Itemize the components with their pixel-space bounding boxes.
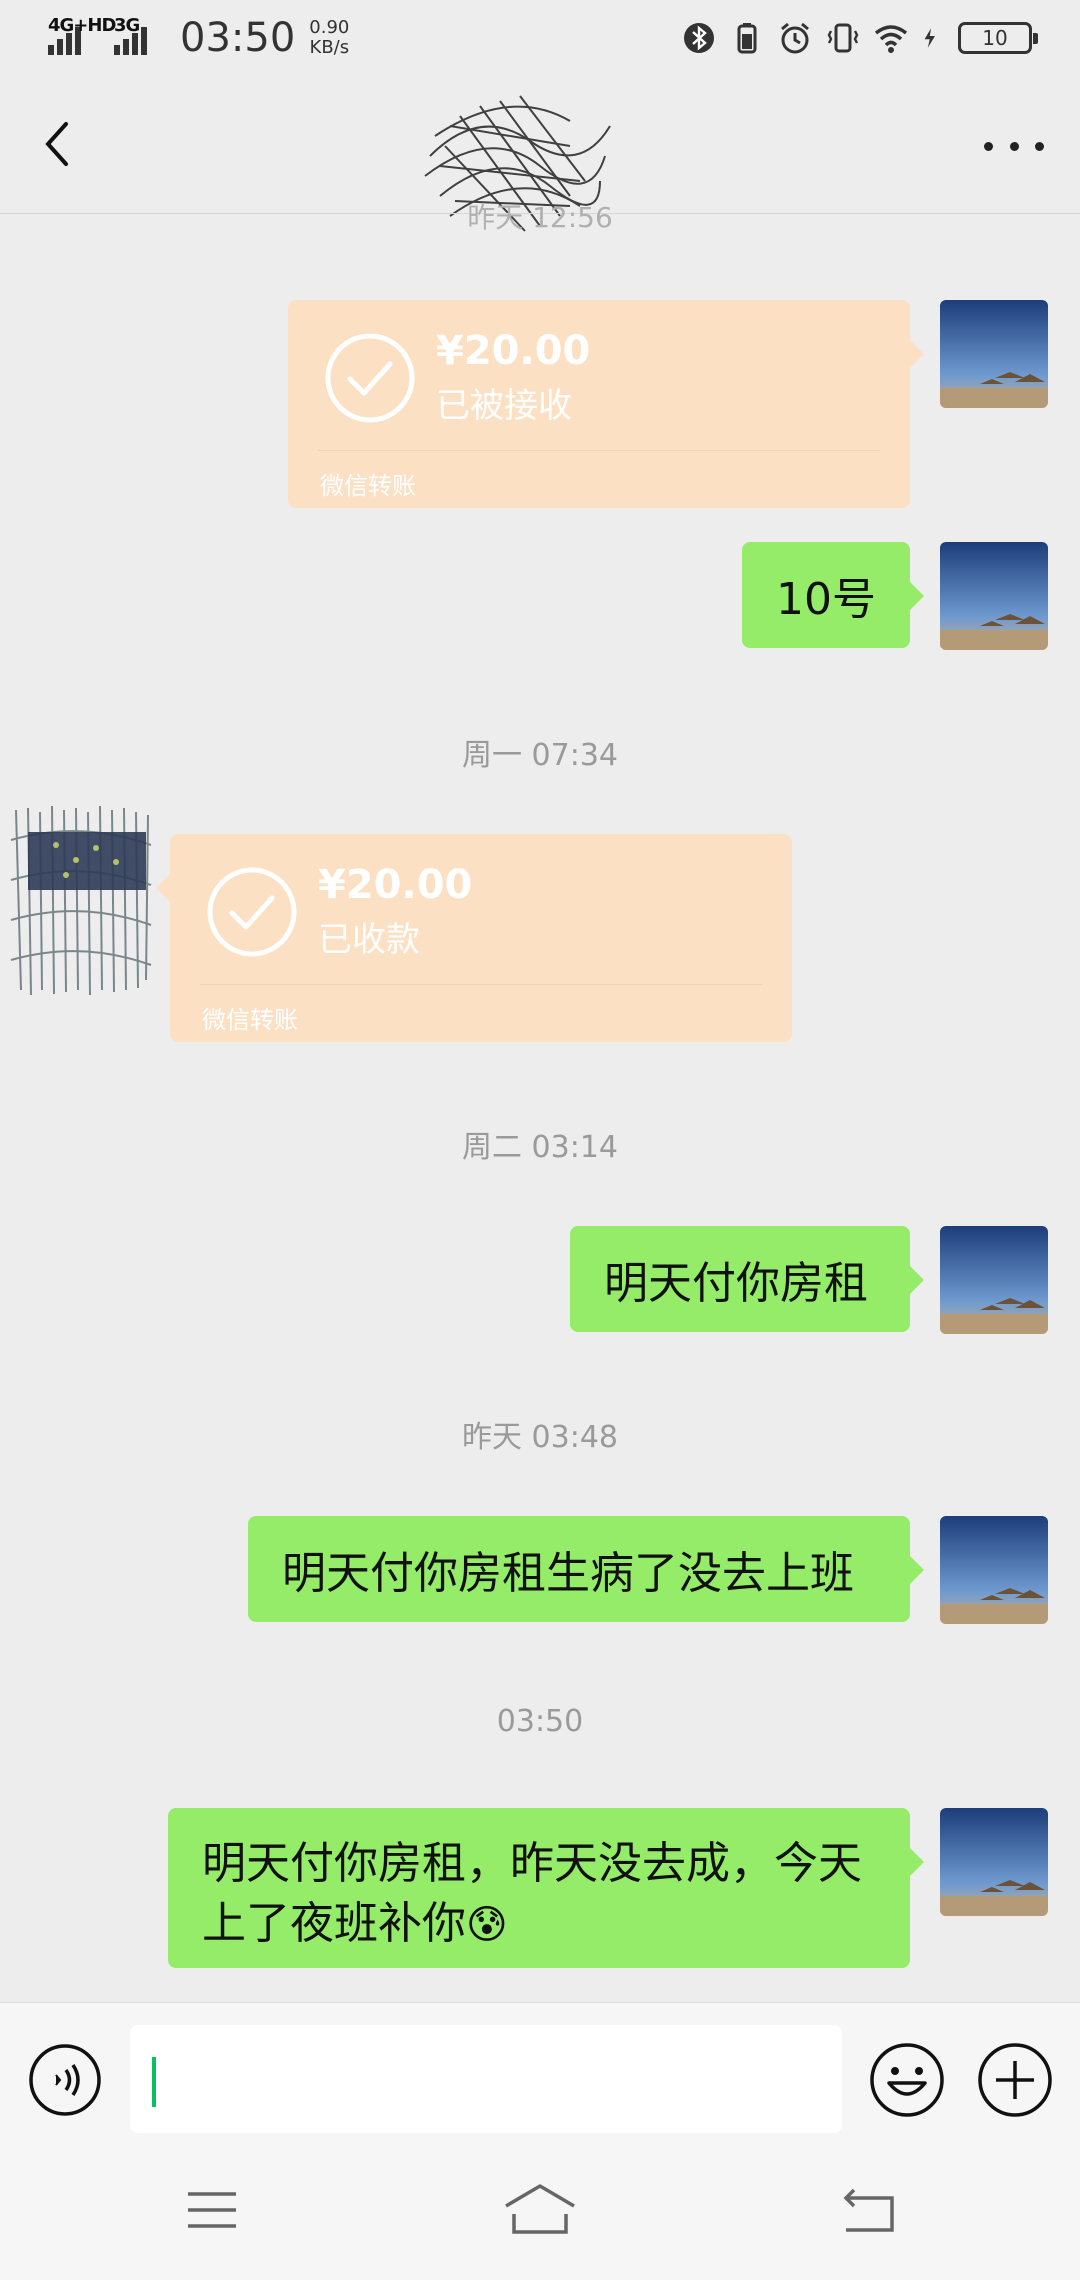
message-text-line1: 明天付你房租，昨天没去成，今天 xyxy=(202,1838,862,1889)
alarm-icon xyxy=(781,22,809,54)
transfer-amount: ¥20.00 xyxy=(436,328,591,374)
add-more-icon[interactable] xyxy=(976,2041,1054,2119)
speed-unit: KB/s xyxy=(309,37,350,58)
chat-timestamp: 周一 07:34 xyxy=(462,738,618,773)
anxious-emoji-icon: 😰 xyxy=(466,1902,508,1948)
beach-avatar-icon xyxy=(940,1226,1048,1334)
beach-avatar-icon xyxy=(940,1808,1048,1916)
status-time: 03:50 xyxy=(180,15,296,61)
beach-avatar-icon xyxy=(940,542,1048,650)
network-speed: 0.90 KB/s xyxy=(309,18,349,58)
message-bubble-sent[interactable]: 明天付你房租 xyxy=(570,1226,924,1332)
back-arrow-icon[interactable] xyxy=(36,116,84,172)
transfer-status: 已被接收 xyxy=(436,386,572,426)
check-circle-icon xyxy=(325,333,415,423)
dot-icon xyxy=(984,141,993,151)
chat-timestamp: 昨天 03:48 xyxy=(462,1420,618,1455)
message-bubble-sent[interactable]: 10号 xyxy=(742,542,924,648)
battery-saver-icon xyxy=(737,23,757,54)
dot-icon xyxy=(1035,141,1044,151)
chat-timestamp: 周二 03:14 xyxy=(462,1130,618,1165)
vibrate-icon xyxy=(827,23,859,53)
my-avatar[interactable] xyxy=(940,542,1048,650)
transfer-label: 微信转账 xyxy=(320,472,416,500)
partial-timestamp: 昨天 12:56 xyxy=(467,204,613,232)
transfer-card-sent[interactable]: ¥20.00 已被接收 微信转账 xyxy=(288,300,924,508)
chat-header xyxy=(0,76,1080,232)
transfer-label: 微信转账 xyxy=(202,1006,298,1034)
my-avatar[interactable] xyxy=(940,300,1048,408)
more-options-button[interactable] xyxy=(984,126,1044,166)
dot-icon xyxy=(1009,141,1019,151)
transfer-divider xyxy=(200,984,762,985)
my-avatar[interactable] xyxy=(940,1808,1048,1916)
message-text: 10号 xyxy=(776,574,876,625)
menu-icon[interactable] xyxy=(184,2186,240,2234)
message-input[interactable] xyxy=(130,2025,842,2133)
chat-screen: 4G+HD 3G 03:50 0.90 KB/s 10 昨天 12:56 ¥20… xyxy=(0,0,1080,2280)
my-avatar[interactable] xyxy=(940,1226,1048,1334)
signal-4g-icon: 4G+HD xyxy=(48,15,116,55)
battery-indicator: 10 xyxy=(958,22,1038,54)
message-text: 明天付你房租 xyxy=(604,1258,868,1309)
message-bubble-sent[interactable]: 明天付你房租生病了没去上班 xyxy=(248,1516,924,1622)
transfer-card-received[interactable]: ¥20.00 已收款 微信转账 xyxy=(156,834,792,1042)
my-avatar[interactable] xyxy=(940,1516,1048,1624)
transfer-divider xyxy=(318,450,880,451)
voice-input-icon[interactable] xyxy=(28,2043,102,2117)
transfer-amount: ¥20.00 xyxy=(318,862,473,908)
bluetooth-icon xyxy=(684,23,714,53)
message-input-bar xyxy=(0,2002,1080,2151)
message-bubble-sent[interactable]: 明天付你房租，昨天没去成，今天 上了夜班补你😰 xyxy=(168,1808,924,1968)
speed-value: 0.90 xyxy=(309,17,350,38)
status-bar: 4G+HD 3G 03:50 0.90 KB/s 10 xyxy=(0,0,1080,76)
network-type-label: 4G+HD xyxy=(48,15,116,36)
message-text: 上了夜班补你 xyxy=(202,1898,466,1949)
wifi-icon xyxy=(874,25,908,53)
system-nav-bar xyxy=(0,2150,1080,2280)
network-type-label-2: 3G xyxy=(114,15,140,36)
home-icon[interactable] xyxy=(500,2180,580,2240)
transfer-status: 已收款 xyxy=(318,920,420,960)
signal-3g-icon: 3G xyxy=(114,15,160,55)
chat-timestamp: 03:50 xyxy=(496,1704,584,1739)
emoji-icon[interactable] xyxy=(868,2041,946,2119)
message-text-line2: 上了夜班补你😰 xyxy=(202,1894,508,1955)
back-nav-icon[interactable] xyxy=(838,2180,898,2240)
message-text: 明天付你房租生病了没去上班 xyxy=(282,1548,854,1599)
contact-avatar-redacted[interactable] xyxy=(6,800,156,1000)
text-caret xyxy=(152,2057,156,2107)
charging-icon xyxy=(924,28,935,48)
check-circle-icon xyxy=(207,867,297,957)
battery-level: 10 xyxy=(982,26,1008,50)
beach-avatar-icon xyxy=(940,300,1048,408)
beach-avatar-icon xyxy=(940,1516,1048,1624)
